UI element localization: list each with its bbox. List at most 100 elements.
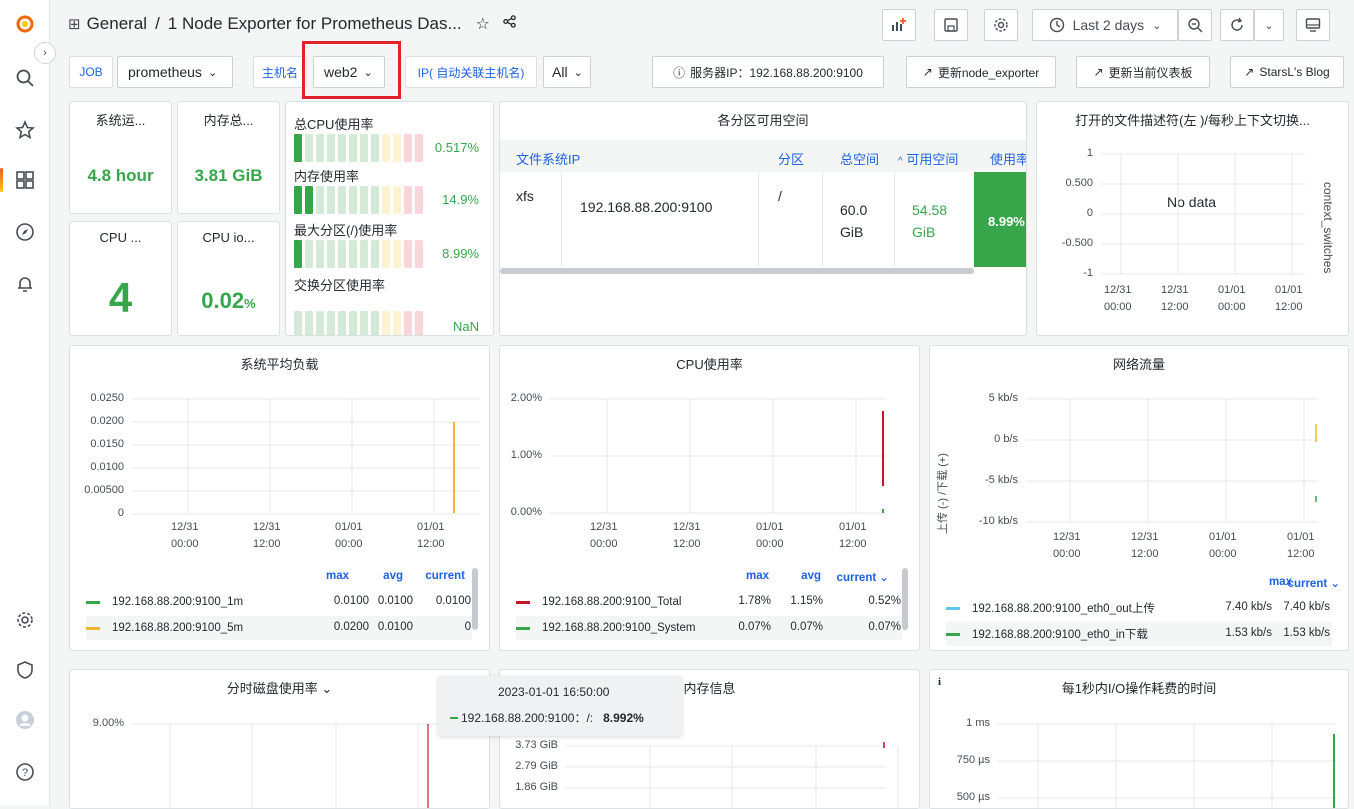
update-node-exporter-link[interactable]: ↗ 更新node_exporter [906, 56, 1056, 88]
table-header-available[interactable]: ^ 可用空间 [898, 149, 958, 168]
bar-gauge-panel: 总CPU使用率 0.517% 内存使用率 14.9% 最大分区(/)使用率 8.99% 交换… [285, 101, 494, 336]
legend-header[interactable]: current ⌄ [837, 570, 889, 584]
legend-value: 7.40 kb/s [1283, 601, 1330, 613]
panel-title: 各分区可用空间 [717, 113, 809, 128]
bar-gauge-cell [415, 186, 423, 214]
blog-link[interactable]: ↗ StarsL's Blog [1230, 56, 1344, 88]
x-tick-date: 12/31 [253, 521, 281, 533]
legend-swatch [946, 606, 960, 610]
legend-row[interactable]: 192.168.88.200:9100_Total [516, 590, 902, 614]
table-header-partition[interactable]: 分区 [778, 149, 804, 168]
variable-select-ip[interactable]: All ⌄ [543, 56, 591, 88]
star-dashboard-icon[interactable]: ☆ [476, 14, 490, 34]
bar-gauge-bar [294, 186, 423, 214]
table-header-usage[interactable]: 使用率 [990, 149, 1026, 168]
share-icon[interactable] [502, 14, 517, 34]
x-tick-time: 12:00 [417, 538, 445, 550]
settings-icon[interactable] [0, 600, 50, 640]
grafana-logo-icon[interactable] [0, 4, 50, 44]
horizontal-scrollbar[interactable] [500, 268, 974, 274]
x-tick-date: 12/31 [1161, 284, 1189, 296]
explore-icon[interactable] [0, 212, 50, 252]
top-nav: ⊞ General / 1 Node Exporter for Promethe… [50, 0, 1354, 50]
table-header-total[interactable]: 总空间 [840, 149, 879, 168]
x-tick-date: 12/31 [171, 521, 199, 533]
column-divider [758, 172, 759, 267]
panel-title: 系统运... [95, 113, 146, 128]
x-tick-time: 12:00 [839, 538, 867, 550]
legend-header[interactable]: max [326, 570, 349, 582]
save-dashboard-button[interactable] [934, 9, 968, 41]
zoom-out-button[interactable] [1178, 9, 1212, 41]
x-tick-label: 12/31 12:00 [1161, 282, 1189, 316]
refresh-interval-dropdown[interactable]: ⌄ [1254, 9, 1284, 41]
x-tick-label: 01/01 00:00 [1209, 529, 1237, 563]
bar-gauge-value: NaN [452, 319, 479, 334]
refresh-button[interactable] [1220, 9, 1254, 41]
variable-select-job[interactable]: prometheus ⌄ [117, 56, 233, 88]
bar-gauge-cell [349, 186, 357, 214]
legend-row[interactable]: 192.168.88.200:9100_eth0_out上传 [946, 596, 1332, 620]
x-tick-date: 01/01 [1209, 531, 1237, 543]
legend-series-name: 192.168.88.200:9100_System [542, 622, 696, 634]
stat-unit: % [244, 296, 256, 311]
bar-gauge-cell [338, 134, 346, 162]
table-header-fs[interactable]: 文件系统IP [516, 149, 580, 168]
dashboard-title[interactable]: 1 Node Exporter for Prometheus Das... [168, 14, 462, 34]
x-tick-time: 00:00 [1104, 301, 1132, 313]
legend-value: 0.0100 [377, 595, 413, 607]
legend-header[interactable]: avg [801, 570, 821, 582]
bar-gauge-cell [349, 134, 357, 162]
search-icon[interactable] [0, 58, 50, 98]
table-cell-partition: / [778, 188, 782, 204]
legend-value: 1.53 kb/s [1283, 627, 1330, 639]
bar-gauge-bar [294, 311, 423, 335]
shield-icon[interactable] [0, 650, 50, 690]
x-tick-label: 01/01 00:00 [756, 519, 784, 553]
y-tick-label: 0.00% [510, 506, 542, 518]
tv-mode-button[interactable] [1296, 9, 1330, 41]
bar-gauge-cell [404, 311, 412, 335]
legend-series-name: 192.168.88.200:9100_1m [112, 596, 244, 608]
add-panel-button[interactable] [882, 9, 916, 41]
dashboards-icon[interactable] [0, 160, 50, 200]
server-ip-link[interactable]: ⓘ 服务器IP：192.168.88.200:9100 [652, 56, 884, 88]
update-dashboard-link[interactable]: ↗ 更新当前仪表板 [1076, 56, 1210, 88]
bar-gauge-cell [316, 134, 324, 162]
legend-header[interactable]: current [425, 570, 465, 582]
legend-header[interactable]: avg [383, 570, 403, 582]
alerting-icon[interactable] [0, 264, 50, 304]
bar-gauge-cell [305, 311, 313, 335]
stat-panel-memory: 内存总... 3.81 GiB [177, 101, 280, 214]
legend-value: 0.07% [790, 621, 823, 633]
bar-gauge-title: 总CPU使用率 [294, 117, 374, 132]
graph-tooltip: 2023-01-01 16:50:00 192.168.88.200:9100：… [438, 676, 682, 736]
x-tick-date: 01/01 [1287, 531, 1315, 543]
user-avatar-icon[interactable] [0, 700, 50, 740]
bar-gauge-cell [316, 311, 324, 335]
tooltip-value: 8.992% [603, 710, 644, 725]
legend-row[interactable]: 192.168.88.200:9100_1m [86, 590, 472, 614]
legend-row[interactable]: 192.168.88.200:9100_System [516, 616, 902, 640]
help-icon[interactable]: ? [0, 752, 50, 792]
bar-gauge-cell [371, 186, 379, 214]
stat-panel-cpu-cores: CPU ... 4 [69, 221, 172, 336]
legend-header[interactable]: current ⌄ [1288, 576, 1340, 590]
legend-row[interactable]: 192.168.88.200:9100_5m [86, 616, 472, 640]
legend-row[interactable]: 192.168.88.200:9100_eth0_in下载 [946, 622, 1332, 646]
legend-header[interactable]: max [746, 570, 769, 582]
bar-gauge-value: 14.9% [442, 192, 479, 207]
time-range-picker[interactable]: Last 2 days ⌄ [1032, 9, 1178, 41]
sidebar-expand-button[interactable]: › [34, 42, 56, 64]
folder-link[interactable]: General [87, 14, 147, 34]
y-axis-label: 上传 (-) /下载 (+) [937, 453, 949, 534]
x-tick-time: 12:00 [673, 538, 701, 550]
variable-label-host: 主机名 [253, 56, 307, 88]
bar-gauge-value: 0.517% [434, 140, 479, 155]
y-tick-label: 1 [1086, 147, 1093, 159]
dashboard-settings-button[interactable] [984, 9, 1018, 41]
cpu-usage-panel: CPU使用率 2.00% 1.00% 0.00% 12/31 00:00 12/31 12:… [499, 345, 920, 651]
update-node-exporter-label: 更新node_exporter [937, 65, 1040, 80]
bar-gauge-cell [360, 240, 368, 268]
star-icon[interactable] [0, 110, 50, 150]
